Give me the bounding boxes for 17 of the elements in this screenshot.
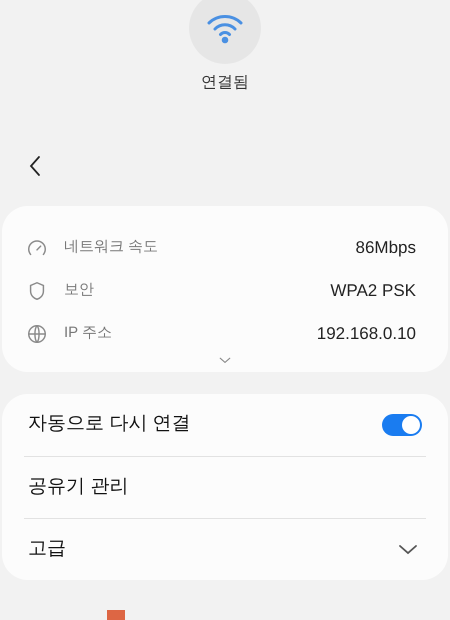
toggle-switch[interactable]: [382, 414, 422, 436]
expand-icon: [219, 357, 231, 364]
info-label: 네트워크 속도: [64, 237, 158, 258]
info-label: 보안: [64, 280, 94, 300]
setting-label[interactable]: 자동으로 다시 연결: [28, 410, 191, 439]
back-icon: [29, 155, 41, 177]
chevron-down-icon: [398, 544, 418, 555]
setting-label[interactable]: 고급: [28, 534, 66, 564]
wifi-icon: [205, 12, 245, 44]
info-value: 86Mbps: [356, 236, 416, 259]
info-value: WPA2 PSK: [330, 280, 416, 302]
status-label: 연결됨: [201, 73, 249, 93]
globe-icon: [26, 322, 48, 344]
setting-label[interactable]: 공유기 관리: [28, 472, 128, 502]
square-icon: [107, 610, 125, 620]
info-value: 192.168.0.10: [316, 322, 416, 345]
info-label: IP 주소: [64, 323, 112, 344]
